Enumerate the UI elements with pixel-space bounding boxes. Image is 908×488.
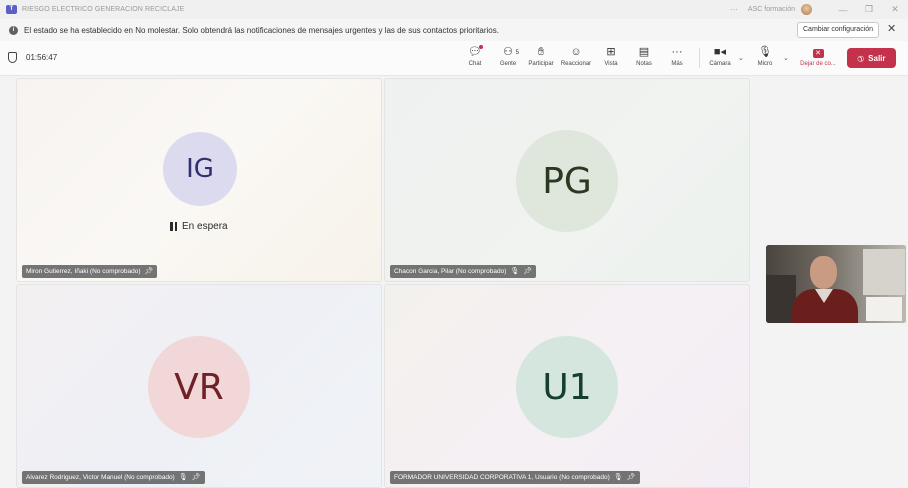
- react-button[interactable]: ☺ Reaccionar: [560, 45, 592, 67]
- avatar: PG: [516, 130, 618, 232]
- title-bar: T RIESGO ELECTRICO GENERACION RECICLAJE …: [0, 0, 908, 19]
- people-button[interactable]: ⚇ 5 Gente: [492, 45, 524, 67]
- raise-hand-label: Participar: [528, 61, 554, 67]
- avatar: IG: [163, 132, 237, 206]
- microphone-icon: 🎙︎: [510, 268, 520, 275]
- stop-share-icon: ✕: [796, 45, 840, 60]
- leave-label: Salir: [868, 53, 886, 63]
- view-button[interactable]: ⊞ Vista: [595, 45, 627, 67]
- teams-logo-icon: T: [6, 5, 17, 14]
- mic-label: Micro: [757, 61, 773, 67]
- change-settings-button[interactable]: Cambiar configuración: [797, 22, 880, 38]
- pin-icon[interactable]: 📌︎: [523, 265, 532, 278]
- toolbar-divider: [699, 48, 700, 68]
- participant-tile[interactable]: U1 FORMADOR UNIVERSIDAD CORPORATIVA 1, U…: [384, 284, 750, 488]
- notes-button[interactable]: ▤ Notas: [628, 45, 660, 67]
- video-camera-icon: ■◂: [713, 46, 727, 58]
- participant-tile[interactable]: VR Alvarez Rodriguez, Victor Manuel (No …: [16, 284, 382, 488]
- participant-name: FORMADOR UNIVERSIDAD CORPORATIVA 1, Usua…: [394, 474, 610, 481]
- people-count: 5: [515, 50, 519, 56]
- participant-name-tag: Chacon Garcia, Pilar (No comprobado) 🎙︎ …: [390, 265, 537, 278]
- participant-name: Chacon Garcia, Pilar (No comprobado): [394, 268, 507, 275]
- chat-label: Chat: [468, 61, 482, 67]
- camera-button[interactable]: ■◂ Cámara: [704, 45, 736, 67]
- meeting-toolbar: 01:56:47 💬︎ Chat ⚇ 5 Gente ✋︎ Participar …: [0, 41, 908, 76]
- info-icon: i: [9, 25, 18, 35]
- microphone-icon: 🎙︎: [758, 46, 772, 58]
- notes-label: Notas: [636, 61, 652, 67]
- pin-icon[interactable]: 📌︎: [627, 471, 636, 484]
- chat-icon: 💬︎: [468, 45, 483, 58]
- dnd-notification-banner: i El estado se ha establecido en No mole…: [0, 19, 908, 41]
- meeting-timer: 01:56:47: [26, 53, 58, 62]
- ellipsis-icon: ···: [671, 46, 683, 58]
- avatar: VR: [148, 336, 250, 438]
- close-banner-icon[interactable]: ✕: [887, 22, 896, 35]
- participant-name: Alvarez Rodriguez, Victor Manuel (No com…: [26, 474, 175, 481]
- on-hold-status: En espera: [170, 221, 228, 232]
- account-avatar[interactable]: [801, 4, 812, 15]
- pin-icon[interactable]: 📌︎: [145, 265, 154, 278]
- participant-name-tag: FORMADOR UNIVERSIDAD CORPORATIVA 1, Usua…: [390, 471, 640, 484]
- react-label: Reaccionar: [560, 61, 592, 67]
- notification-message: El estado se ha establecido en No molest…: [24, 25, 499, 35]
- stop-sharing-label: Dejar de co...: [800, 61, 836, 67]
- smiley-icon: ☺: [570, 46, 582, 58]
- shield-icon: [8, 52, 17, 63]
- participant-name: Miron Gutierrez, Iñaki (No comprobado): [26, 268, 141, 275]
- microphone-icon: 🎙︎: [178, 474, 188, 481]
- mic-options-chevron-icon[interactable]: ⌄: [783, 54, 789, 62]
- status-label: En espera: [182, 221, 228, 232]
- participant-tile[interactable]: IG En espera Miron Gutierrez, Iñaki (No …: [16, 78, 382, 282]
- more-label: Más: [671, 61, 683, 67]
- participant-name-tag: Alvarez Rodriguez, Victor Manuel (No com…: [22, 471, 205, 484]
- self-video-preview[interactable]: [766, 245, 906, 323]
- organization-name[interactable]: ASC formación: [748, 6, 795, 13]
- close-window-icon[interactable]: ✕: [882, 4, 908, 15]
- more-button[interactable]: ··· Más: [661, 45, 693, 67]
- raise-hand-button[interactable]: ✋︎ Participar: [525, 45, 557, 67]
- hand-icon: ✋︎: [537, 46, 545, 58]
- camera-label: Cámara: [709, 61, 731, 67]
- leave-button[interactable]: ✆ Salir: [847, 48, 896, 68]
- avatar: U1: [516, 336, 618, 438]
- pause-icon: [170, 222, 177, 231]
- people-label: Gente: [499, 61, 517, 67]
- grid-view-icon: ⊞: [606, 46, 616, 58]
- chat-button[interactable]: 💬︎ Chat: [459, 45, 491, 67]
- people-icon: ⚇ 5: [492, 45, 524, 60]
- stop-sharing-button[interactable]: ✕ Dejar de co...: [796, 45, 840, 67]
- camera-options-chevron-icon[interactable]: ⌄: [738, 54, 744, 62]
- view-label: Vista: [604, 61, 618, 67]
- microphone-icon: 🎙︎: [613, 474, 623, 481]
- pin-icon[interactable]: 📌︎: [192, 471, 201, 484]
- notes-icon: ▤: [638, 46, 650, 58]
- window-title: RIESGO ELECTRICO GENERACION RECICLAJE: [22, 6, 185, 13]
- participant-tile[interactable]: PG Chacon Garcia, Pilar (No comprobado) …: [384, 78, 750, 282]
- restore-icon[interactable]: ❐: [856, 4, 882, 15]
- participant-name-tag: Miron Gutierrez, Iñaki (No comprobado) 📌…: [22, 265, 158, 278]
- minimize-icon[interactable]: —: [830, 5, 856, 15]
- unread-badge: [479, 45, 483, 49]
- more-options-icon[interactable]: ···: [730, 5, 738, 14]
- mic-button[interactable]: 🎙︎ Micro: [749, 45, 781, 67]
- phone-hangup-icon: ✆: [855, 52, 867, 64]
